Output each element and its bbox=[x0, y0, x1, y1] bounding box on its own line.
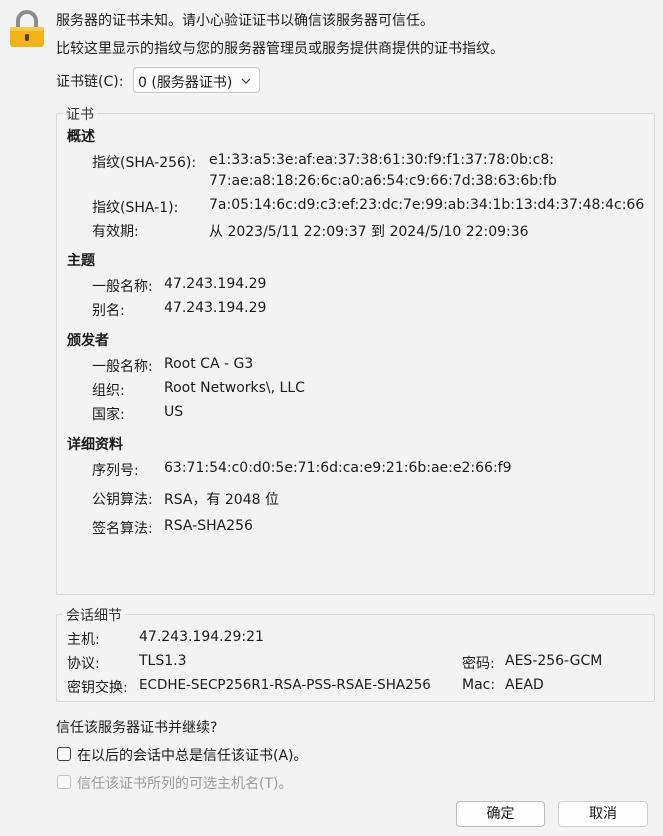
subject-heading: 主题 bbox=[67, 253, 95, 269]
issuer-org-value: Root Networks\, LLC bbox=[164, 380, 305, 396]
issuer-country-label: 国家: bbox=[92, 407, 125, 423]
overview-heading: 概述 bbox=[67, 129, 95, 145]
warning-message: 服务器的证书未知。请小心验证证书以确信该服务器可信任。 bbox=[56, 13, 434, 29]
subject-cn-value: 47.243.194.29 bbox=[164, 276, 267, 292]
cipher-label: 密码: bbox=[462, 656, 495, 672]
pubkey-value: RSA，有 2048 位 bbox=[164, 492, 279, 508]
protocol-label: 协议: bbox=[67, 656, 100, 672]
chain-select[interactable]: 0 (服务器证书) bbox=[133, 67, 260, 93]
issuer-org-label: 组织: bbox=[92, 383, 125, 399]
protocol-value: TLS1.3 bbox=[139, 653, 187, 669]
signature-label: 签名算法: bbox=[92, 521, 153, 537]
issuer-cn-label: 一般名称: bbox=[92, 359, 153, 375]
padlock-icon bbox=[7, 9, 47, 49]
sha256-value-line2: 77:ae:a8:18:26:6c:a0:a6:54:c9:66:7d:38:6… bbox=[209, 173, 557, 189]
pubkey-label: 公钥算法: bbox=[92, 492, 153, 508]
session-group-title: 会话细节 bbox=[63, 605, 125, 625]
always-trust-label[interactable]: 在以后的会话中总是信任该证书(A)。 bbox=[77, 745, 308, 765]
subject-cn-label: 一般名称: bbox=[92, 279, 153, 295]
cancel-button[interactable]: 取消 bbox=[558, 801, 648, 827]
validity-value: 从 2023/5/11 22:09:37 到 2024/5/10 22:09:3… bbox=[209, 224, 529, 240]
certificate-group-title: 证书 bbox=[63, 104, 97, 124]
fingerprint-instruction: 比较这里显示的指纹与您的服务器管理员或服务提供商提供的证书指纹。 bbox=[56, 41, 504, 57]
always-trust-checkbox[interactable] bbox=[57, 747, 71, 761]
trust-alt-names-label[interactable]: 信任该证书所列的可选主机名(T)。 bbox=[77, 773, 292, 793]
subject-alt-label: 别名: bbox=[92, 303, 125, 319]
chevron-down-icon bbox=[240, 75, 252, 87]
issuer-country-value: US bbox=[164, 404, 184, 420]
cipher-value: AES-256-GCM bbox=[505, 653, 603, 669]
ok-button[interactable]: 确定 bbox=[456, 801, 545, 827]
trust-alt-names-checkbox[interactable] bbox=[57, 775, 71, 789]
validity-label: 有效期: bbox=[92, 224, 139, 240]
chain-label: 证书链(C): bbox=[56, 74, 124, 90]
sha256-label: 指纹(SHA-256): bbox=[92, 155, 197, 171]
sha256-value-line1: e1:33:a5:3e:af:ea:37:38:61:30:f9:f1:37:7… bbox=[209, 152, 554, 168]
subject-alt-value: 47.243.194.29 bbox=[164, 300, 267, 316]
mac-value: AEAD bbox=[505, 677, 544, 693]
details-heading: 详细资料 bbox=[67, 437, 123, 453]
serial-value: 63:71:54:c0:d0:5e:71:6d:ca:e9:21:6b:ae:e… bbox=[164, 460, 512, 476]
host-label: 主机: bbox=[67, 632, 100, 648]
sha1-value: 7a:05:14:6c:d9:c3:ef:23:dc:7e:99:ab:34:1… bbox=[209, 197, 645, 213]
serial-label: 序列号: bbox=[92, 463, 139, 479]
chain-select-value: 0 (服务器证书) bbox=[138, 75, 233, 91]
key-exchange-label: 密钥交换: bbox=[67, 680, 128, 696]
signature-value: RSA-SHA256 bbox=[164, 518, 253, 534]
mac-label: Mac: bbox=[462, 677, 496, 693]
issuer-heading: 颁发者 bbox=[67, 333, 109, 349]
trust-question: 信任该服务器证书并继续? bbox=[56, 720, 218, 736]
host-value: 47.243.194.29:21 bbox=[139, 629, 264, 645]
sha1-label: 指纹(SHA-1): bbox=[92, 200, 179, 216]
key-exchange-value: ECDHE-SECP256R1-RSA-PSS-RSAE-SHA256 bbox=[139, 677, 431, 693]
issuer-cn-value: Root CA - G3 bbox=[164, 356, 254, 372]
